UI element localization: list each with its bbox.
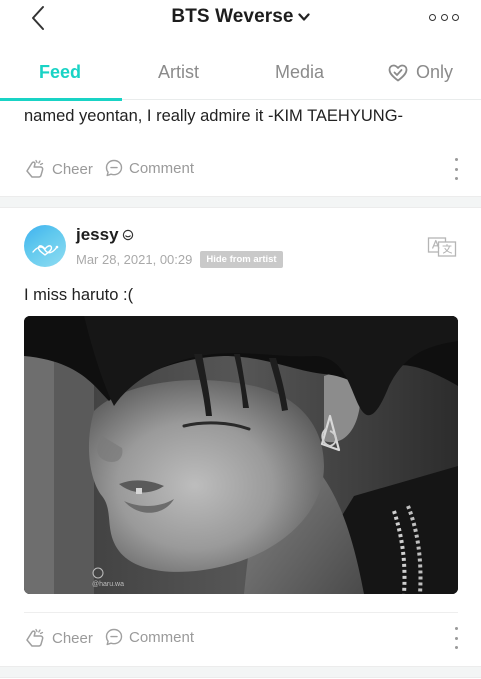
divider [24,612,458,613]
post-author[interactable]: jessy [76,225,134,245]
post-text: I miss haruto :( [24,286,134,304]
post-separator [0,666,481,678]
username: jessy [76,225,119,244]
avatar-heart-icon [32,245,59,256]
dot-icon [454,646,458,649]
image-watermark: @haru.wa [92,581,124,588]
heart-check-icon [388,64,408,81]
post-menu-button[interactable] [453,158,459,180]
cheer-label: Cheer [52,160,93,178]
tab-only-label: Only [416,62,454,82]
cheer-button[interactable]: Cheer [24,628,93,648]
post-image[interactable]: @haru.wa [24,316,458,594]
comment-icon [105,628,123,646]
tab-feed[interactable]: Feed [39,62,81,83]
dot-icon [429,13,436,21]
post-actions: Cheer Comment [0,619,481,659]
more-button[interactable] [429,10,459,24]
translate-icon [427,237,457,257]
comment-label: Comment [129,628,195,646]
post-text: named yeontan, I really admire it -KIM T… [24,107,404,125]
comment-label: Comment [129,159,195,177]
post-actions: Cheer Comment [0,150,481,190]
app-screen: BTS Weverse Feed Artist Media Only named… [0,0,481,679]
comment-button[interactable]: Comment [105,628,194,646]
post-separator [0,196,481,208]
dot-icon [454,158,458,161]
smiley-icon [122,229,133,241]
post-date: Mar 28, 2021, 00:29 [76,252,193,267]
avatar[interactable] [24,225,66,267]
translate-button[interactable] [427,236,457,258]
active-tab-indicator [0,98,122,101]
tab-bar: Feed Artist Media Only [0,50,481,101]
tab-artist[interactable]: Artist [158,62,199,83]
hide-from-artist-badge: Hide from artist [200,251,283,268]
comment-button[interactable]: Comment [105,159,194,177]
portrait-photo: @haru.wa [24,316,458,594]
dot-icon [454,636,458,640]
page-title: BTS Weverse [171,6,294,27]
dot-icon [454,167,458,171]
cheer-icon [26,628,44,647]
community-switcher[interactable]: BTS Weverse [0,6,481,28]
cheer-label: Cheer [52,629,93,647]
post-meta: Mar 28, 2021, 00:29 Hide from artist [76,251,283,268]
dot-icon [452,13,459,21]
tab-media[interactable]: Media [275,62,324,83]
dot-icon [440,13,448,21]
comment-icon [105,159,123,177]
dot-icon [454,177,458,180]
tab-only[interactable]: Only [388,62,453,83]
post-menu-button[interactable] [453,627,459,649]
cheer-icon [26,159,44,178]
chevron-down-icon [297,13,310,21]
cheer-button[interactable]: Cheer [24,159,93,179]
dot-icon [454,627,458,630]
top-bar: BTS Weverse [0,0,481,40]
